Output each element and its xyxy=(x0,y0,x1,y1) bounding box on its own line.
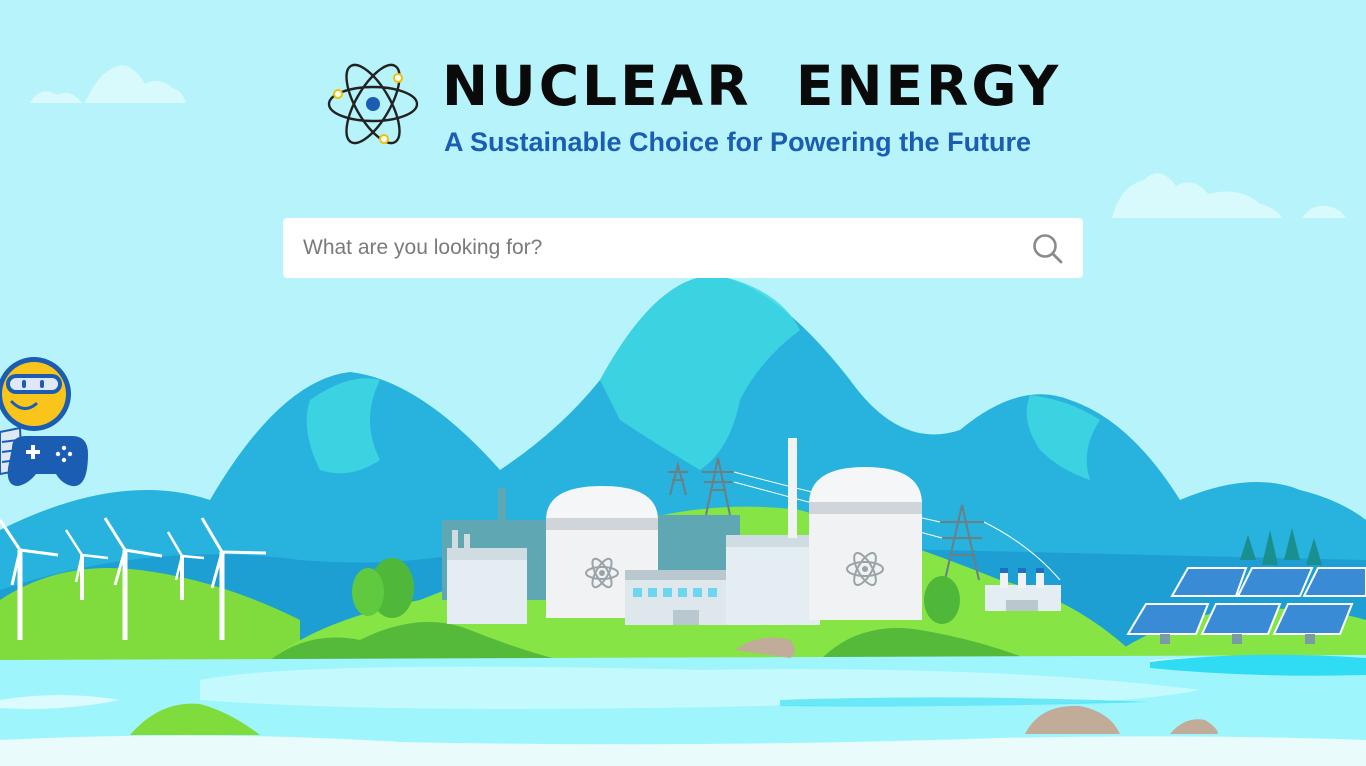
search-icon[interactable] xyxy=(1031,232,1065,266)
atom-icon[interactable] xyxy=(326,52,420,156)
site-title: NUCLEAR ENERGY xyxy=(442,54,1062,118)
search-bar xyxy=(283,218,1083,278)
site-header: NUCLEAR ENERGY A Sustainable Choice for … xyxy=(326,52,1058,162)
search-input[interactable] xyxy=(283,218,1023,278)
game-controller-mascot-icon[interactable] xyxy=(0,352,92,492)
site-tagline: A Sustainable Choice for Powering the Fu… xyxy=(444,127,1032,157)
cloud-left xyxy=(30,65,186,103)
cloud-right xyxy=(1112,173,1346,218)
